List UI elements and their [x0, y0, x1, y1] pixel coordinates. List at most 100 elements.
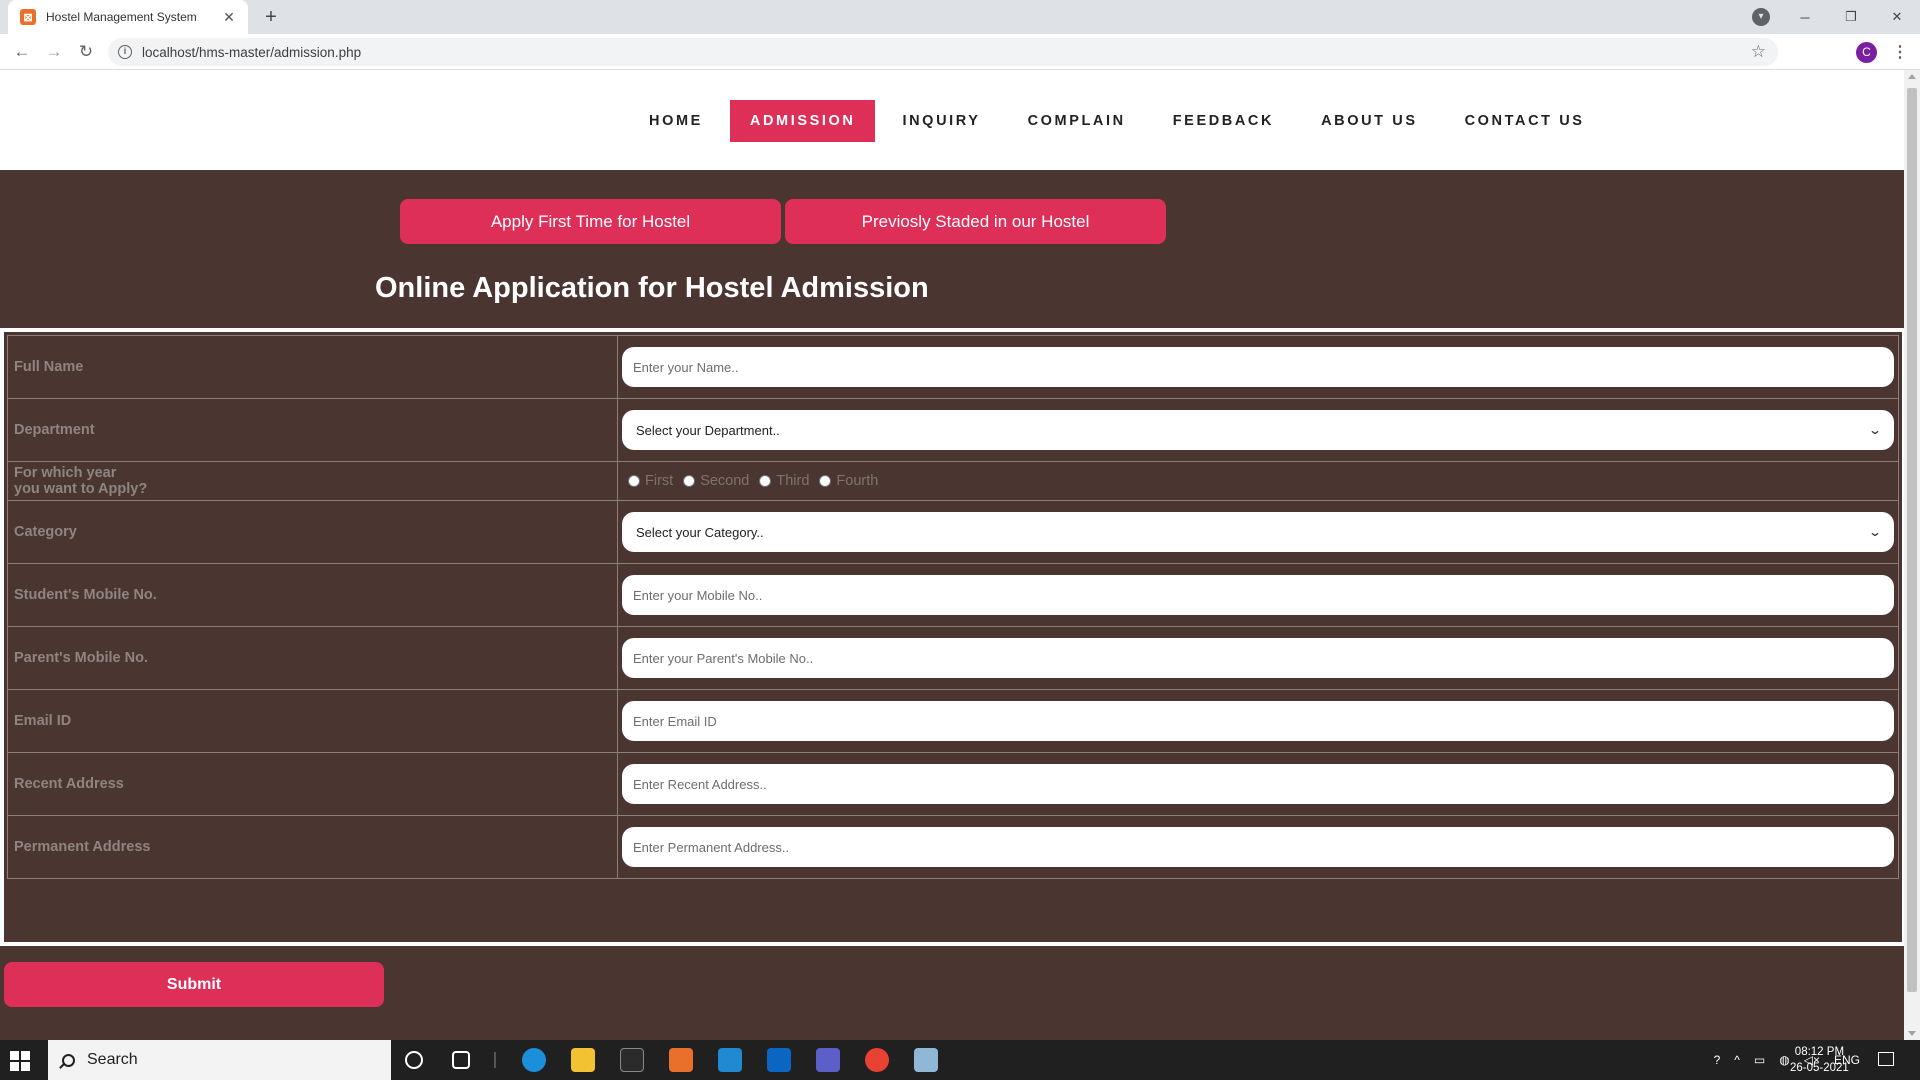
back-icon[interactable]: ←	[10, 40, 34, 64]
permanent-address-label: Permanent Address	[7, 815, 618, 879]
reload-icon[interactable]: ↻	[74, 40, 98, 64]
taskbar-clock[interactable]: 08:12 PM 26-05-2021	[1790, 1044, 1849, 1076]
form-row: Category Select your Category.. ⌄	[7, 500, 1899, 564]
recent-address-label: Recent Address	[7, 752, 618, 816]
edge-icon[interactable]	[522, 1048, 546, 1072]
scroll-thumb[interactable]	[1907, 88, 1917, 992]
page-viewport: HOME ADMISSION INQUIRY COMPLAIN FEEDBACK…	[0, 70, 1904, 1040]
chevron-up-icon[interactable]: ^	[1734, 1053, 1740, 1067]
scroll-down-arrow-icon[interactable]	[1908, 1031, 1916, 1036]
category-selected: Select your Category..	[636, 524, 764, 540]
address-bar[interactable]: i localhost/hms-master/admission.php ☆	[108, 38, 1778, 66]
form-cell: Select your Department.. ⌄	[617, 398, 1899, 462]
notification-icon[interactable]	[1878, 1052, 1894, 1066]
form-row: For which year you want to Apply? First …	[7, 461, 1899, 501]
minimize-icon[interactable]: ─	[1782, 10, 1828, 25]
department-label: Department	[7, 398, 618, 462]
browser-tab[interactable]: ⊠ Hostel Management System ✕	[8, 0, 248, 34]
linkedin-icon[interactable]	[767, 1048, 791, 1072]
nav-home[interactable]: HOME	[629, 100, 723, 142]
recent-address-input[interactable]	[622, 764, 1894, 804]
form-cell	[617, 563, 1899, 627]
tab-search-icon[interactable]: ▾	[1752, 8, 1770, 26]
form-table: Full Name Department Select your Departm…	[7, 335, 1899, 879]
admission-form: Full Name Department Select your Departm…	[0, 328, 1904, 1007]
year-radio-fourth[interactable]	[819, 475, 832, 487]
form-heading: Online Application for Hostel Admission	[375, 272, 929, 304]
radio-label: Second	[700, 473, 750, 489]
email-input[interactable]	[622, 701, 1894, 741]
page-scrollbar[interactable]	[1904, 70, 1920, 1040]
network-icon[interactable]: ◍	[1779, 1053, 1789, 1067]
clock-time: 08:12 PM	[1794, 1046, 1845, 1058]
radio-label: Fourth	[836, 473, 879, 489]
nav-contact-us[interactable]: CONTACT US	[1445, 100, 1605, 142]
apply-first-time-button[interactable]: Apply First Time for Hostel	[400, 199, 781, 244]
restore-icon[interactable]: ❐	[1828, 9, 1874, 25]
app-icon[interactable]	[914, 1048, 938, 1072]
year-radio-third[interactable]	[759, 475, 772, 487]
battery-icon[interactable]: ▭	[1754, 1053, 1765, 1067]
full-name-input[interactable]	[622, 347, 1894, 387]
chrome-icon[interactable]	[865, 1048, 889, 1072]
previously-stayed-button[interactable]: Previosly Staded in our Hostel	[785, 199, 1166, 244]
form-cell	[617, 335, 1899, 399]
xampp-icon: ⊠	[20, 9, 36, 25]
nav-about-us[interactable]: ABOUT US	[1301, 100, 1438, 142]
category-label: Category	[7, 500, 618, 564]
nav-complain[interactable]: COMPLAIN	[1008, 100, 1146, 142]
sublime-text-icon[interactable]	[620, 1048, 644, 1072]
chevron-down-icon: ⌄	[1867, 423, 1883, 437]
chevron-down-icon: ⌄	[1867, 525, 1883, 539]
new-tab-button[interactable]: +	[258, 4, 284, 30]
cortana-icon[interactable]	[405, 1051, 423, 1069]
form-row: Parent's Mobile No.	[7, 626, 1899, 690]
windows-start-icon[interactable]	[10, 1051, 30, 1071]
taskbar-search-text: Search	[87, 1051, 138, 1068]
year-radio-group: First Second Third Fourth	[622, 473, 1894, 489]
form-row: Full Name	[7, 335, 1899, 399]
nav-feedback[interactable]: FEEDBACK	[1153, 100, 1294, 142]
browser-menu-icon[interactable]: ⋮	[1890, 42, 1910, 63]
form-row: Student's Mobile No.	[7, 563, 1899, 627]
year-label-line1: For which year	[14, 465, 117, 481]
close-window-icon[interactable]: ✕	[1874, 9, 1920, 25]
help-icon[interactable]: ?	[1714, 1053, 1721, 1067]
application-type-toggle: Apply First Time for Hostel Previosly St…	[400, 199, 1170, 244]
department-select[interactable]: Select your Department.. ⌄	[622, 410, 1894, 450]
tab-title: Hostel Management System	[46, 10, 197, 24]
browser-toolbar: ← → ↻ i localhost/hms-master/admission.p…	[0, 34, 1920, 70]
site-info-icon[interactable]: i	[118, 45, 132, 59]
parent-mobile-input[interactable]	[622, 638, 1894, 678]
form-cell	[617, 815, 1899, 879]
student-mobile-input[interactable]	[622, 575, 1894, 615]
taskbar-search[interactable]: Search	[48, 1040, 391, 1080]
category-select[interactable]: Select your Category.. ⌄	[622, 512, 1894, 552]
taskbar-divider	[494, 1052, 496, 1068]
scroll-up-arrow-icon[interactable]	[1908, 74, 1916, 79]
vscode-icon[interactable]	[718, 1048, 742, 1072]
forward-icon[interactable]: →	[42, 40, 66, 64]
tab-close-icon[interactable]: ✕	[220, 9, 238, 26]
year-radio-first[interactable]	[628, 475, 640, 487]
nav-admission[interactable]: ADMISSION	[729, 100, 876, 142]
main-nav: HOME ADMISSION INQUIRY COMPLAIN FEEDBACK…	[629, 100, 1612, 142]
file-explorer-icon[interactable]	[571, 1048, 595, 1072]
permanent-address-input[interactable]	[622, 827, 1894, 867]
browser-tab-strip: ⊠ Hostel Management System ✕ + ▾ ─ ❐ ✕	[0, 0, 1920, 34]
nav-inquiry[interactable]: INQUIRY	[882, 100, 1000, 142]
form-cell	[617, 752, 1899, 816]
submit-button[interactable]: Submit	[4, 962, 384, 1007]
full-name-label: Full Name	[7, 335, 618, 399]
form-row: Department Select your Department.. ⌄	[7, 398, 1899, 462]
radio-label: Third	[776, 473, 810, 489]
clock-date: 26-05-2021	[1790, 1062, 1849, 1074]
xampp-taskbar-icon[interactable]	[669, 1048, 693, 1072]
task-view-icon[interactable]	[452, 1051, 470, 1069]
year-radio-second[interactable]	[683, 475, 696, 487]
profile-avatar[interactable]: C	[1856, 42, 1877, 63]
url-text[interactable]: localhost/hms-master/admission.php	[142, 45, 361, 60]
teams-icon[interactable]	[816, 1048, 840, 1072]
bookmark-star-icon[interactable]: ☆	[1751, 42, 1766, 62]
windows-taskbar: Search ? ^ ▭ ◍ ◁× ENG 08:12 PM 26-05-202…	[0, 1040, 1920, 1080]
